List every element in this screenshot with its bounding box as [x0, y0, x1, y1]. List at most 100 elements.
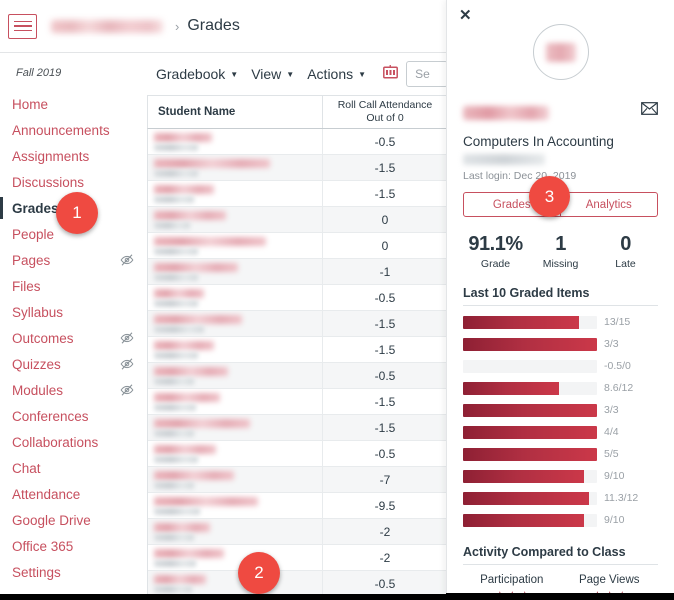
student-name-text — [154, 263, 238, 272]
chevron-down-icon: ▼ — [358, 70, 367, 79]
cell-student-name[interactable] — [148, 363, 323, 388]
cell-student-name[interactable] — [148, 285, 323, 310]
chevron-down-icon: ▼ — [286, 70, 295, 79]
sidebar-item-attendance[interactable]: Attendance — [0, 481, 142, 507]
table-row[interactable]: -2 — [148, 545, 447, 571]
sidebar-item-chat[interactable]: Chat — [0, 455, 142, 481]
table-row[interactable]: -1 — [148, 259, 447, 285]
table-row[interactable]: 0 — [148, 207, 447, 233]
cell-student-name[interactable] — [148, 519, 323, 544]
cell-score[interactable]: -1.5 — [323, 311, 447, 336]
table-row[interactable]: -1.5 — [148, 415, 447, 441]
cell-student-name[interactable] — [148, 259, 323, 284]
sidebar-item-label: Collaborations — [12, 434, 99, 450]
breadcrumb-current: Grades — [187, 17, 240, 34]
cell-score[interactable]: -1 — [323, 259, 447, 284]
table-row[interactable]: -0.5 — [148, 363, 447, 389]
table-row[interactable]: -9.5 — [148, 493, 447, 519]
tab-analytics[interactable]: Analytics — [560, 192, 658, 217]
table-row[interactable]: -1.5 — [148, 311, 447, 337]
sidebar-item-syllabus[interactable]: Syllabus — [0, 299, 142, 325]
actions-menu-button[interactable]: Actions ▼ — [303, 62, 375, 86]
sidebar-item-office-365[interactable]: Office 365 — [0, 533, 142, 559]
student-name-text — [154, 419, 250, 428]
cell-score[interactable]: -2 — [323, 545, 447, 570]
student-name — [463, 106, 549, 120]
bar-fill — [463, 315, 580, 329]
table-row[interactable]: -0.5 — [148, 441, 447, 467]
table-row[interactable]: -1.5 — [148, 181, 447, 207]
sidebar-item-quizzes[interactable]: Quizzes — [0, 351, 142, 377]
sidebar-item-discussions[interactable]: Discussions — [0, 169, 142, 195]
gradebook-menu-button[interactable]: Gradebook ▼ — [152, 62, 247, 86]
table-row[interactable]: 0 — [148, 233, 447, 259]
sidebar-item-outcomes[interactable]: Outcomes — [0, 325, 142, 351]
cell-score[interactable]: -0.5 — [323, 363, 447, 388]
cell-student-name[interactable] — [148, 207, 323, 232]
cell-score[interactable]: -7 — [323, 467, 447, 492]
cell-score[interactable]: -1.5 — [323, 415, 447, 440]
cell-score[interactable]: -1.5 — [323, 337, 447, 362]
cell-student-name[interactable] — [148, 155, 323, 180]
student-secondary-id — [154, 430, 194, 437]
cell-student-name[interactable] — [148, 493, 323, 518]
sidebar-item-files[interactable]: Files — [0, 273, 142, 299]
table-row[interactable]: -1.5 — [148, 389, 447, 415]
cell-student-name[interactable] — [148, 181, 323, 206]
cell-score[interactable]: 0 — [323, 233, 447, 258]
sidebar-item-pages[interactable]: Pages — [0, 247, 142, 273]
cell-student-name[interactable] — [148, 467, 323, 492]
sidebar-item-announcements[interactable]: Announcements — [0, 117, 142, 143]
hamburger-menu-icon[interactable] — [8, 13, 37, 39]
cell-score[interactable]: -2 — [323, 519, 447, 544]
bar-score-label: -0.5/0 — [604, 360, 631, 372]
cell-score[interactable]: 0 — [323, 207, 447, 232]
cell-student-name[interactable] — [148, 389, 323, 414]
table-row[interactable]: -2 — [148, 519, 447, 545]
cell-student-name[interactable] — [148, 337, 323, 362]
cell-score[interactable]: -0.5 — [323, 571, 447, 596]
graded-item-bar: 8.6/12 — [463, 379, 658, 397]
cell-score[interactable]: -0.5 — [323, 285, 447, 310]
cell-score[interactable]: -1.5 — [323, 181, 447, 206]
actions-menu-label: Actions — [307, 66, 354, 82]
sidebar-item-conferences[interactable]: Conferences — [0, 403, 142, 429]
cell-score[interactable]: -9.5 — [323, 493, 447, 518]
bar-fill — [463, 425, 597, 439]
search-input[interactable]: Se — [406, 61, 448, 87]
cell-student-name[interactable] — [148, 311, 323, 336]
cell-score[interactable]: -0.5 — [323, 441, 447, 466]
cell-student-name[interactable] — [148, 129, 323, 154]
table-row[interactable]: -0.5 — [148, 129, 447, 155]
send-message-icon[interactable] — [641, 102, 658, 120]
breadcrumb-course-name[interactable] — [51, 19, 163, 33]
cell-student-name[interactable] — [148, 415, 323, 440]
sidebar-item-collaborations[interactable]: Collaborations — [0, 429, 142, 455]
table-row[interactable]: -7 — [148, 467, 447, 493]
bar-track — [463, 337, 597, 351]
cell-student-name[interactable] — [148, 545, 323, 570]
close-icon[interactable]: ✕ — [459, 8, 472, 23]
sidebar-item-label: Office 365 — [12, 538, 74, 554]
sidebar-item-modules[interactable]: Modules — [0, 377, 142, 403]
sidebar-item-google-drive[interactable]: Google Drive — [0, 507, 142, 533]
roll-call-attendance-icon[interactable] — [383, 64, 399, 84]
cell-student-name[interactable] — [148, 441, 323, 466]
graded-item-bar: 9/10 — [463, 511, 658, 529]
column-header-assignment[interactable]: Roll Call Attendance Out of 0 — [323, 96, 447, 128]
student-secondary-id — [154, 326, 204, 333]
view-menu-button[interactable]: View ▼ — [247, 62, 303, 86]
cell-score[interactable]: -1.5 — [323, 155, 447, 180]
cell-student-name[interactable] — [148, 233, 323, 258]
cell-student-name[interactable] — [148, 571, 323, 596]
cell-score[interactable]: -0.5 — [323, 129, 447, 154]
column-header-student-name[interactable]: Student Name — [148, 96, 323, 128]
cell-score[interactable]: -1.5 — [323, 389, 447, 414]
table-row[interactable]: -0.5 — [148, 285, 447, 311]
sidebar-item-assignments[interactable]: Assignments — [0, 143, 142, 169]
sidebar-item-settings[interactable]: Settings — [0, 559, 142, 585]
student-name-text — [154, 185, 214, 194]
table-row[interactable]: -1.5 — [148, 337, 447, 363]
table-row[interactable]: -1.5 — [148, 155, 447, 181]
sidebar-item-home[interactable]: Home — [0, 91, 142, 117]
